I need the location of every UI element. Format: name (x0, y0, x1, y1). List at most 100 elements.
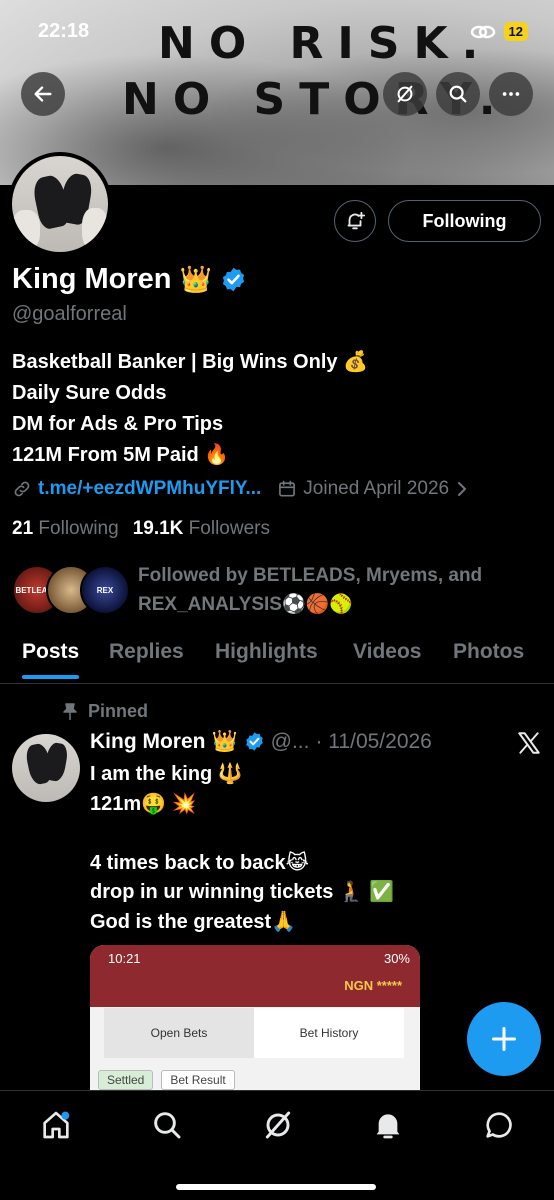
messages-icon (486, 1112, 512, 1138)
grok-icon (265, 1111, 291, 1139)
compose-post-button[interactable] (467, 1002, 541, 1076)
display-name: King Moren (12, 263, 172, 295)
bio-line: Daily Sure Odds (12, 382, 167, 404)
post-date[interactable]: · 11/05/2026 (315, 730, 431, 754)
media-status-right: 30% (383, 950, 410, 966)
followers-count-link[interactable]: 19.1K Followers (133, 518, 270, 540)
link-icon (14, 481, 30, 497)
bio-line: 121M From 5M Paid 🔥 (12, 444, 230, 466)
status-time: 22:18 (38, 20, 90, 42)
active-tab-indicator (22, 675, 80, 679)
post-header: King Moren 👑 @... · 11/05/2026 (90, 729, 432, 754)
profile-tabs: Posts Replies Highlights Videos Photos (0, 630, 554, 684)
nav-notifications[interactable] (372, 1109, 404, 1141)
followed-by-section[interactable]: BETLEADS REX Followed by BETLEADS, Mryem… (12, 561, 538, 619)
tab-label: Replies (109, 640, 184, 663)
bio-line: Basketball Banker | Big Wins Only 💰 (12, 351, 368, 373)
bell-plus-icon (347, 211, 366, 230)
verified-badge-icon (245, 732, 263, 751)
chevron-right-icon (458, 482, 467, 496)
following-count-label: Following (38, 518, 119, 539)
post-author-handle: @... (270, 729, 310, 753)
following-count-link[interactable]: 21 Following (12, 518, 119, 540)
crown-emoji: 👑 (179, 264, 212, 295)
followers-count-label: Followers (188, 518, 270, 539)
search-icon (449, 85, 467, 103)
joined-date: Joined April 2026 (303, 478, 450, 499)
tab-replies[interactable]: Replies (109, 630, 184, 664)
media-filter-result: Bet Result (161, 1070, 235, 1090)
nav-search[interactable] (151, 1109, 183, 1141)
nav-home[interactable] (40, 1109, 72, 1141)
bio-line: DM for Ads & Pro Tips (12, 413, 224, 435)
followers-count: 19.1K (132, 518, 184, 539)
post-author-name[interactable]: King Moren (90, 730, 206, 754)
search-button[interactable] (436, 72, 480, 116)
pinned-label: Pinned (88, 701, 149, 721)
post-line: 121m🤑 💥 (90, 792, 197, 815)
back-button[interactable] (21, 72, 65, 116)
home-icon (43, 1111, 70, 1139)
more-button[interactable] (489, 72, 533, 116)
x-logo-icon[interactable] (516, 730, 542, 756)
followed-by-text: Followed by BETLEADS, Mryems, and REX_AN… (138, 565, 483, 615)
joined-date-button[interactable]: Joined April 2026 (277, 478, 469, 500)
pin-icon (63, 702, 77, 720)
notifications-icon (376, 1114, 400, 1139)
post-body: I am the king 🔱 121m🤑 💥 4 times back to … (90, 760, 394, 937)
profile-meta: t.me/+eezdWPMhuYFlY... Joined April 2026 (12, 478, 542, 500)
media-bet-tabs: Open Bets Bet History (104, 1008, 404, 1058)
tab-posts[interactable]: Posts (22, 630, 80, 679)
grok-button[interactable] (383, 72, 427, 116)
mini-avatar-rex: REX (80, 565, 130, 615)
tab-label: Photos (453, 640, 525, 663)
tab-label: Videos (353, 640, 422, 663)
nav-messages[interactable] (483, 1109, 515, 1141)
avatar-image (12, 156, 108, 252)
following-count: 21 (12, 518, 34, 539)
pinned-indicator: Pinned (62, 701, 148, 722)
status-icons: 12 (470, 22, 528, 41)
tab-videos[interactable]: Videos (353, 630, 421, 664)
following-button[interactable]: Following (388, 200, 541, 242)
battery-indicator: 12 (503, 22, 528, 41)
profile-bio: Basketball Banker | Big Wins Only 💰 Dail… (12, 347, 368, 471)
follow-counts: 21 Following 19.1K Followers (12, 518, 270, 540)
notifications-subscribe-button[interactable] (334, 200, 376, 242)
home-indicator[interactable] (176, 1184, 376, 1190)
calendar-icon (279, 480, 296, 497)
nav-grok[interactable] (262, 1109, 294, 1141)
profile-name-row: King Moren 👑 (12, 263, 247, 296)
post-media-screenshot[interactable]: 10:21 30% NGN ***** Open Bets Bet Histor… (90, 945, 420, 1090)
link-icon (470, 25, 495, 38)
media-status-bar: 10:21 30% (90, 945, 420, 971)
profile-link[interactable]: t.me/+eezdWPMhuYFlY... (38, 478, 261, 500)
verified-badge-icon[interactable] (220, 266, 247, 293)
banner-text-line1: NO RISK. (158, 18, 493, 69)
media-time: 10:21 (108, 950, 141, 966)
post-line (90, 819, 394, 849)
media-filters: Settled Bet Result (98, 1070, 235, 1090)
media-tab-open-bets: Open Bets (104, 1008, 254, 1058)
post-line: I am the king 🔱 (90, 763, 243, 785)
media-filter-settled: Settled (98, 1070, 154, 1090)
post-line: God is the greatest🙏 (90, 910, 297, 933)
search-icon (154, 1112, 181, 1139)
profile-handle: @goalforreal (12, 303, 127, 325)
more-icon (502, 92, 520, 96)
crown-emoji: 👑 (211, 729, 238, 753)
media-balance: NGN ***** (344, 978, 402, 993)
tab-label: Highlights (215, 640, 318, 663)
post-line: drop in ur winning tickets 🧎 ✅ (90, 881, 395, 903)
tab-highlights[interactable]: Highlights (215, 630, 318, 664)
plus-icon (491, 1026, 517, 1052)
arrow-left-icon (34, 86, 52, 102)
tab-photos[interactable]: Photos (453, 630, 524, 664)
grok-icon (397, 85, 413, 103)
tab-label: Posts (22, 640, 80, 663)
media-tab-bet-history: Bet History (299, 1026, 359, 1040)
profile-avatar[interactable] (8, 152, 112, 256)
post-avatar[interactable] (12, 734, 80, 802)
post-line: 4 times back to back😹 (90, 851, 310, 874)
followed-by-avatars: BETLEADS REX (12, 561, 134, 615)
